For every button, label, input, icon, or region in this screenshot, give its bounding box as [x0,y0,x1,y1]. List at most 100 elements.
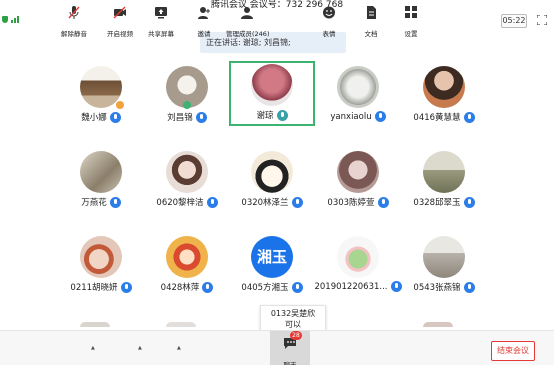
participant-tile[interactable]: 0620黎梓洁 [144,148,230,212]
mic-icon [120,282,132,293]
video-off-icon [113,6,126,19]
mic-icon [463,282,475,293]
mic-icon [206,197,218,208]
signal-icon[interactable] [11,16,19,23]
participant-name: 万燕花 [81,198,107,208]
end-meeting-button[interactable]: 结束会议 [491,341,535,361]
speaking-label: 正在讲话: [206,38,241,47]
avatar [337,151,379,193]
participant-tile[interactable]: 0416黄慧慧 [401,63,487,127]
invite-label: 邀请 [197,30,211,38]
participant-name: 0211胡晓妍 [70,283,118,293]
participant-tile-active[interactable]: 谢琼 [229,61,315,126]
participant-tile[interactable]: 0320林泽兰 [229,148,315,212]
share-screen-button[interactable]: 共享屏幕 [147,4,175,38]
avatar [251,151,293,193]
chat-button[interactable]: 28 聊天 [270,331,310,365]
mic-off-icon [68,6,80,19]
start-video-button[interactable]: 开启视频 [104,4,136,38]
participant-name: 刘昌锦 [167,113,193,123]
avatar-partial [80,322,110,327]
tooltip-message: 可以 [285,320,301,329]
participant-name: yanxiaolu [330,112,372,122]
tooltip-sender: 0132吴楚欣 [270,309,316,318]
unmute-button[interactable]: 解除静音 [59,4,89,38]
participant-name: 0320林泽兰 [241,198,289,208]
avatar-text: 湘玉 [256,248,287,266]
settings-button[interactable]: 设置 [400,4,422,38]
avatar: 湘玉 [251,236,293,278]
mic-icon [377,197,389,208]
participant-tile[interactable]: 201901220631... [314,233,402,297]
chevron-up-icon[interactable]: ▲ [177,345,181,351]
mic-icon [109,197,121,208]
avatar [423,66,465,108]
avatar [423,151,465,193]
mic-icon [202,282,214,293]
avatar [80,151,122,193]
avatar [423,236,465,278]
participant-name: 0405方湘玉 [241,283,289,293]
participant-name: 0620黎梓洁 [156,198,204,208]
speaking-badge-icon [183,101,191,109]
chat-message-tooltip: 0132吴楚欣 可以 [260,305,326,331]
settings-icon [405,6,417,18]
avatar-partial [166,322,196,327]
meeting-timer: 05:22 [501,14,527,28]
chat-unread-badge: 28 [290,331,302,340]
mic-icon [276,110,288,121]
chevron-up-icon[interactable]: ▲ [138,345,142,351]
unmute-label: 解除静音 [61,30,87,38]
participant-tile[interactable]: 0303陈婷萱 [315,148,401,212]
host-badge-icon [116,101,124,109]
participant-tile[interactable]: 0428林萍 [144,233,230,297]
participant-tile[interactable]: 魏小娜 [58,63,144,127]
avatar [337,236,379,278]
participant-tile[interactable]: 0543张燕锦 [401,233,487,297]
participant-tile[interactable]: 0211胡晓妍 [58,233,144,297]
participant-name: 0328邱翠玉 [413,198,461,208]
participant-tile[interactable]: 0328邱翠玉 [401,148,487,212]
avatar [80,66,122,108]
mic-icon [463,112,475,123]
avatar [166,151,208,193]
mic-icon [109,112,121,123]
members-label: 管理成员(246) [226,30,270,38]
invite-icon [198,7,210,19]
documents-label: 文档 [364,30,378,38]
speaking-names: 谢琼; 刘昌锦; [242,38,291,47]
participant-tile[interactable]: 万燕花 [58,148,144,212]
chat-label: 聊天 [283,361,297,365]
members-icon [241,7,253,19]
avatar [337,66,379,108]
invite-button[interactable]: 邀请 [193,4,215,38]
participant-tile[interactable]: 湘玉 0405方湘玉 [229,233,315,297]
share-screen-label: 共享屏幕 [148,30,174,38]
chevron-up-icon[interactable]: ▲ [91,345,95,351]
participant-name: 0543张燕锦 [413,283,461,293]
document-icon [367,6,376,19]
participant-tile[interactable]: 刘昌锦 [144,63,230,127]
participant-name: 谢琼 [256,111,274,121]
avatar-partial [423,322,453,327]
settings-label: 设置 [404,30,418,38]
manage-members-button[interactable]: 管理成员(246) [226,4,269,38]
mic-icon [291,282,303,293]
documents-button[interactable]: 文档 [360,4,382,38]
participant-name: 0416黄慧慧 [413,113,461,123]
mic-icon [195,112,207,123]
participant-tile[interactable]: yanxiaolu [315,63,401,127]
avatar [166,236,208,278]
shield-icon[interactable] [2,16,8,23]
mic-icon [291,197,303,208]
participant-name: 0428林萍 [160,283,200,293]
participant-name: 201901220631... [314,282,388,292]
reactions-button[interactable]: 表情 [318,4,340,38]
avatar [251,64,293,106]
fullscreen-icon[interactable] [537,15,547,25]
participant-name: 0303陈婷萱 [327,198,375,208]
emoji-icon [323,6,335,19]
start-video-label: 开启视频 [107,30,133,38]
avatar [80,236,122,278]
mic-icon [463,197,475,208]
